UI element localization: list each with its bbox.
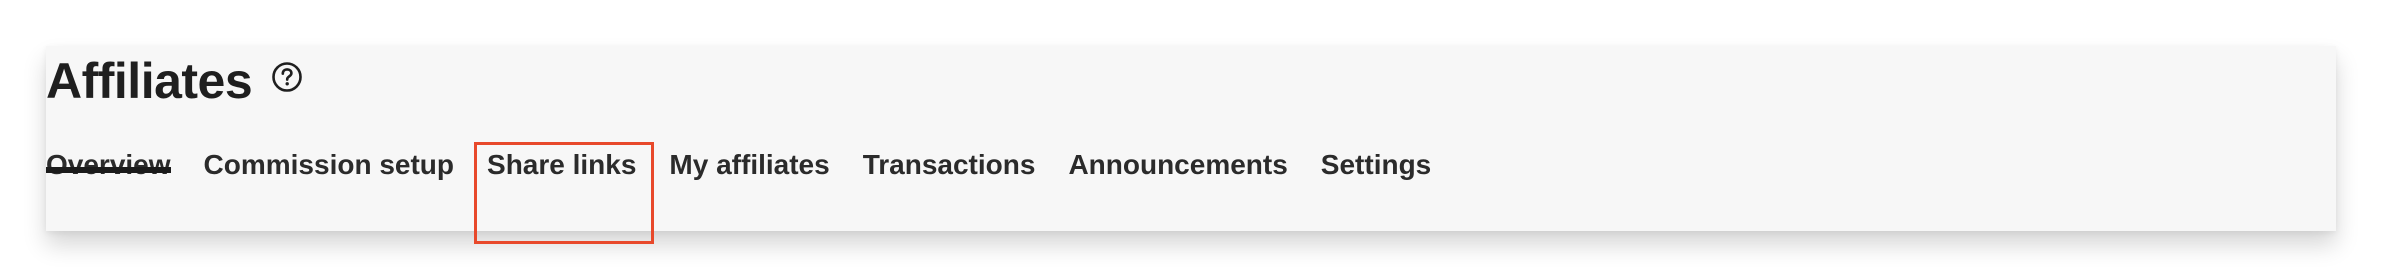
tab-my-affiliates[interactable]: My affiliates (669, 93, 829, 179)
affiliates-header-panel: Affiliates Overview Commission setup Sha… (46, 46, 2336, 231)
tab-announcements[interactable]: Announcements (1068, 93, 1287, 179)
tab-overview[interactable]: Overview (46, 93, 171, 179)
tab-commission-setup[interactable]: Commission setup (204, 93, 454, 179)
tab-label: Overview (46, 149, 171, 180)
tab-label: Share links (487, 149, 637, 180)
help-circle-icon (272, 62, 302, 92)
help-icon[interactable] (270, 60, 304, 94)
tab-label: Announcements (1068, 149, 1288, 180)
tab-transactions[interactable]: Transactions (863, 93, 1036, 179)
tab-share-links[interactable]: Share links (487, 93, 636, 179)
tab-label: Commission setup (203, 149, 455, 180)
tab-label: Settings (1320, 149, 1432, 180)
tab-label: Transactions (862, 149, 1036, 180)
tab-label: My affiliates (669, 149, 830, 180)
tab-settings[interactable]: Settings (1321, 93, 1431, 179)
tab-bar: Overview Commission setup Share links My… (46, 151, 1431, 231)
